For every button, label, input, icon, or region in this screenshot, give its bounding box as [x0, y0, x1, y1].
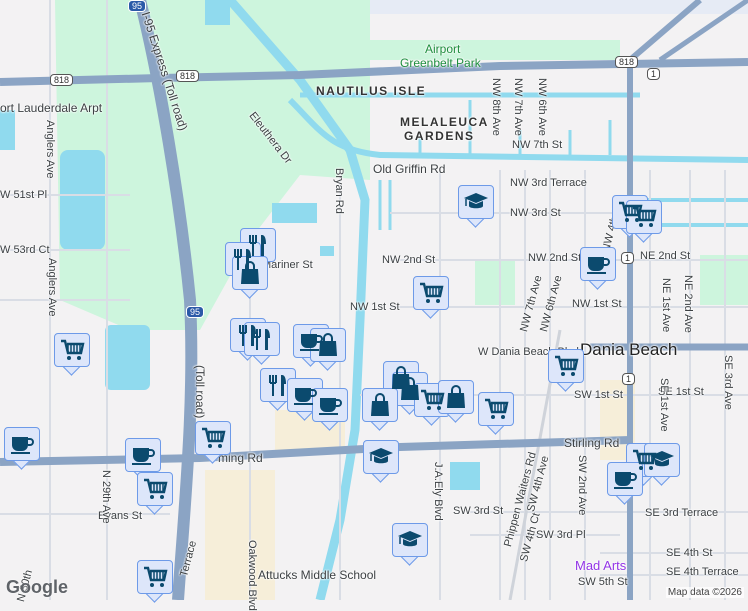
- cart-marker[interactable]: [413, 276, 449, 320]
- us-1-shield: 1: [647, 68, 661, 80]
- graduation-cap-icon: [649, 447, 675, 473]
- cart-marker[interactable]: [137, 472, 173, 516]
- map-attribution[interactable]: Map data ©2026: [665, 587, 744, 598]
- city-label: Dania Beach: [580, 340, 678, 359]
- street-label: NW 8th Ave: [490, 78, 502, 136]
- interstate-95-shield: 95: [128, 0, 147, 12]
- street-label: NW 3rd Terrace: [510, 177, 587, 189]
- street-label: J.A.Ely Blvd: [432, 462, 444, 521]
- cart-icon: [419, 387, 445, 413]
- graduation-cap-marker[interactable]: [392, 523, 428, 567]
- shopping-bag-icon: [443, 384, 469, 410]
- street-label: NW 2nd St: [382, 254, 436, 266]
- graduation-cap-icon: [397, 527, 423, 553]
- street-label: NW 7th St: [512, 139, 563, 151]
- street-label: NE 1st Ave: [660, 278, 672, 333]
- street-label: Stirling Rd: [564, 436, 620, 450]
- cart-marker[interactable]: [548, 349, 584, 393]
- cutlery-icon: [265, 372, 291, 398]
- street-label: NW 1st St: [572, 298, 622, 310]
- coffee-marker[interactable]: [4, 427, 40, 471]
- street-label: N 29th Ave: [100, 470, 112, 524]
- coffee-icon: [130, 442, 156, 468]
- street-label: NE 2nd Ave: [682, 275, 694, 333]
- coffee-icon: [585, 251, 611, 277]
- cart-icon: [59, 337, 85, 363]
- interstate-95-shield: 95: [186, 306, 205, 318]
- street-label: NW 2nd St: [528, 252, 582, 264]
- street-label: NW 3rd St: [510, 207, 561, 219]
- cart-marker[interactable]: [478, 392, 514, 436]
- shopping-bag-marker[interactable]: [310, 328, 346, 372]
- cart-marker[interactable]: [54, 333, 90, 377]
- route-818-shield: 818: [615, 56, 639, 68]
- street-label: SW 5th St: [578, 576, 628, 588]
- us-1-shield: 1: [621, 252, 635, 264]
- street-label: Anglers Ave: [46, 258, 58, 317]
- street-label: Oakwood Blvd: [246, 540, 258, 611]
- graduation-cap-icon: [463, 189, 489, 215]
- coffee-marker[interactable]: [580, 247, 616, 291]
- graduation-cap-marker[interactable]: [363, 440, 399, 484]
- street-label: SE 1st Ave: [658, 378, 670, 432]
- cutlery-marker[interactable]: [244, 322, 280, 366]
- street-label: NE 2nd St: [640, 250, 691, 262]
- route-818-shield: 818: [176, 70, 200, 82]
- shopping-bag-marker[interactable]: [438, 380, 474, 424]
- neighborhood-label: NAUTILUS ISLE: [316, 84, 427, 98]
- street-label: Old Griffin Rd: [373, 162, 446, 176]
- cutlery-icon: [249, 326, 275, 352]
- google-logo: Google: [6, 577, 68, 597]
- street-label: SE 4th Terrace: [666, 566, 739, 578]
- coffee-marker[interactable]: [312, 388, 348, 432]
- cart-icon: [483, 396, 509, 422]
- cart-icon: [200, 425, 226, 451]
- route-818-shield: 818: [50, 74, 74, 86]
- cart-marker[interactable]: [195, 421, 231, 465]
- street-label: SW 3rd St: [453, 505, 504, 517]
- graduation-cap-marker[interactable]: [458, 185, 494, 229]
- coffee-icon: [9, 431, 35, 457]
- cart-marker[interactable]: [626, 200, 662, 244]
- us-1-shield: 1: [622, 373, 636, 385]
- street-label: Anglers Ave: [44, 120, 56, 179]
- coffee-marker[interactable]: [607, 462, 643, 506]
- street-label: SW 3rd Pl: [536, 529, 586, 541]
- shopping-bag-marker[interactable]: [362, 388, 398, 432]
- street-label: SW 2nd Ave: [576, 455, 588, 516]
- highway-label: (Toll road): [193, 365, 207, 419]
- shopping-bag-icon: [367, 392, 393, 418]
- neighborhood-label: MELALEUCA: [400, 115, 489, 129]
- cart-icon: [142, 564, 168, 590]
- cart-icon: [418, 280, 444, 306]
- street-label: SE 3rd Ave: [722, 355, 734, 410]
- station-label[interactable]: ort Lauderdale Arpt: [0, 101, 102, 115]
- neighborhood-label: GARDENS: [404, 129, 475, 143]
- shopping-bag-icon: [237, 260, 263, 286]
- street-label: SE 4th St: [666, 547, 713, 559]
- coffee-icon: [317, 392, 343, 418]
- street-label: W 51st Pl: [0, 189, 48, 201]
- shopping-bag-marker[interactable]: [232, 256, 268, 300]
- street-label: SE 3rd Terrace: [645, 507, 719, 519]
- park-label[interactable]: Greenbelt Park: [400, 56, 481, 70]
- coffee-icon: [612, 466, 638, 492]
- street-label: Bryan Rd: [333, 168, 345, 214]
- street-label: NW 7th Ave: [512, 78, 524, 136]
- cart-icon: [142, 476, 168, 502]
- graduation-cap-icon: [368, 444, 394, 470]
- park-label[interactable]: Airport: [425, 42, 460, 56]
- graduation-cap-marker[interactable]: [644, 443, 680, 487]
- cart-marker[interactable]: [137, 560, 173, 604]
- coffee-icon: [292, 382, 318, 408]
- poi-mad-arts[interactable]: Mad Arts: [575, 558, 626, 573]
- cart-icon: [553, 353, 579, 379]
- street-label: NW 6th Ave: [536, 78, 548, 136]
- cart-icon: [631, 204, 657, 230]
- street-label: W 53rd Ct: [0, 244, 50, 256]
- shopping-bag-icon: [315, 332, 341, 358]
- street-label: NW 1st St: [350, 301, 400, 313]
- poi-attucks-middle-school[interactable]: Attucks Middle School: [258, 568, 376, 582]
